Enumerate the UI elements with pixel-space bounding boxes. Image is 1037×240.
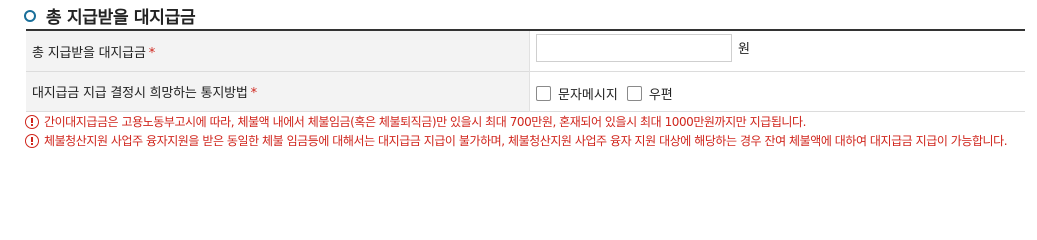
notification-label: 대지급금 지급 결정시 희망하는 통지방법 xyxy=(32,86,248,101)
notification-label-cell: 대지급금 지급 결정시 희망하는 통지방법 * xyxy=(26,71,530,112)
form-row-notification: 대지급금 지급 결정시 희망하는 통지방법 * 문자메시지 우편 xyxy=(26,71,1026,112)
amount-value-cell: 원 xyxy=(530,30,1026,72)
notice-item: 체불청산지원 사업주 융자지원을 받은 동일한 체불 임금등에 대해서는 대지급… xyxy=(25,132,1025,151)
section-header: 총 지급받을 대지급금 xyxy=(24,2,196,28)
mail-option-label[interactable]: 우편 xyxy=(649,84,673,103)
required-mark: * xyxy=(148,45,156,61)
notice-text: 체불청산지원 사업주 융자지원을 받은 동일한 체불 임금등에 대해서는 대지급… xyxy=(44,134,1008,148)
exclamation-circle-icon xyxy=(25,134,39,148)
sms-checkbox[interactable] xyxy=(536,85,551,101)
section-title: 총 지급받을 대지급금 xyxy=(46,7,196,28)
form-row-amount: 총 지급받을 대지급금 * 원 xyxy=(26,30,1025,72)
amount-field-wrap: 원 xyxy=(536,34,1025,62)
amount-unit: 원 xyxy=(738,41,750,57)
mail-checkbox[interactable] xyxy=(626,85,642,101)
payment-form-table: 총 지급받을 대지급금 * 원 대지급금 지급 결정시 희망하는 통지방법 * 문자… xyxy=(26,29,1025,112)
notification-options: 문자메시지 우편 xyxy=(536,81,1025,103)
amount-input[interactable] xyxy=(536,34,732,62)
bullet-ring-icon xyxy=(24,9,36,22)
required-mark: * xyxy=(250,86,258,101)
notice-item: 간이대지급금은 고용노동부고시에 따라, 체불액 내에서 체불임금(혹은 체불퇴… xyxy=(25,113,1025,132)
notice-list: 간이대지급금은 고용노동부고시에 따라, 체불액 내에서 체불임금(혹은 체불퇴… xyxy=(25,113,1025,151)
amount-label: 총 지급받을 대지급금 xyxy=(32,45,146,61)
notification-value-cell: 문자메시지 우편 xyxy=(530,72,1026,112)
amount-label-cell: 총 지급받을 대지급금 * xyxy=(26,30,530,72)
sms-option-label[interactable]: 문자메시지 xyxy=(558,84,618,103)
notice-text: 간이대지급금은 고용노동부고시에 따라, 체불액 내에서 체불임금(혹은 체불퇴… xyxy=(44,115,806,129)
exclamation-circle-icon xyxy=(25,115,39,129)
